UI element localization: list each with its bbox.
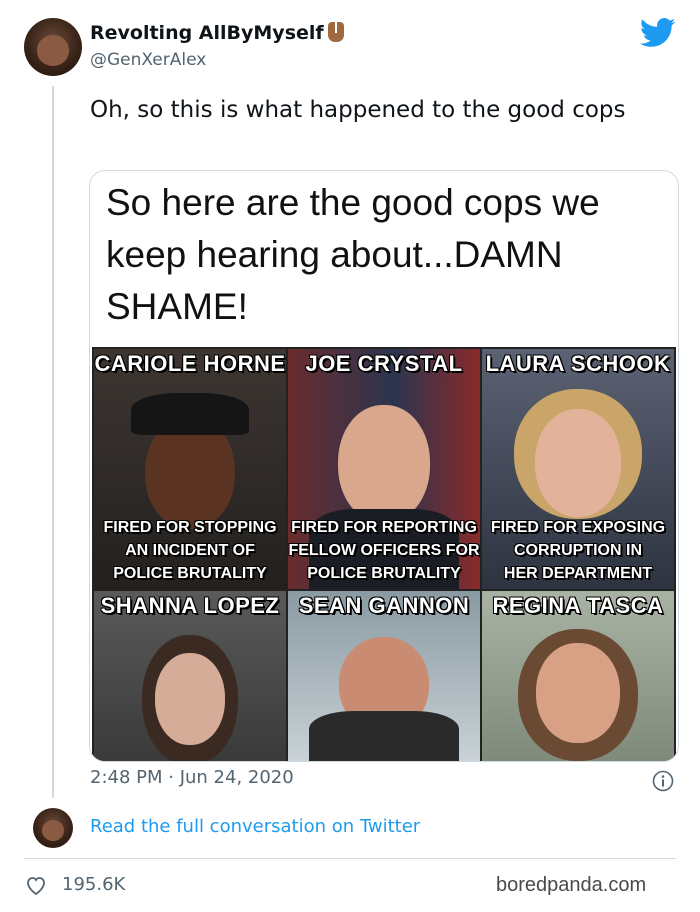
- footer-divider: [24, 858, 676, 859]
- officer-description: FIRED FOR EXPOSING CORRUPTION IN HER DEP…: [490, 519, 666, 582]
- officer-panel: CARIOLE HORNE FIRED FOR STOPPING AN INCI…: [94, 349, 286, 589]
- tweet-image[interactable]: So here are the good cops we keep hearin…: [89, 170, 679, 762]
- officer-panel: SEAN GANNON: [288, 591, 480, 761]
- author-avatar-small[interactable]: [33, 808, 73, 848]
- vulcan-salute-icon: [327, 22, 344, 42]
- read-conversation-link[interactable]: Read the full conversation on Twitter: [90, 816, 420, 837]
- officer-name: SEAN GANNON: [298, 593, 470, 618]
- boredpanda-watermark: boredpanda.com: [496, 874, 647, 896]
- officer-name: REGINA TASCA: [492, 593, 664, 618]
- officer-panel: SHANNA LOPEZ: [94, 591, 286, 761]
- officer-name: SHANNA LOPEZ: [100, 593, 280, 618]
- officer-name: CARIOLE HORNE: [94, 351, 286, 376]
- meme-caption: So here are the good cops we keep hearin…: [106, 182, 600, 327]
- officer-description: FIRED FOR STOPPING AN INCIDENT OF POLICE…: [103, 519, 277, 582]
- author-handle[interactable]: @GenXerAlex: [90, 50, 206, 70]
- officer-panel: LAURA SCHOOK FIRED FOR EXPOSING CORRUPTI…: [482, 349, 674, 589]
- officer-name: LAURA SCHOOK: [485, 351, 671, 376]
- author-display-name[interactable]: Revolting AllByMyself: [90, 22, 344, 44]
- heart-icon[interactable]: [24, 874, 48, 896]
- twitter-bird-icon[interactable]: [640, 18, 676, 48]
- officer-description: FIRED FOR REPORTING FELLOW OFFICERS FOR …: [288, 519, 480, 582]
- thread-connector-line: [52, 86, 54, 798]
- author-name-text: Revolting AllByMyself: [90, 22, 324, 44]
- like-count[interactable]: 195.6K: [62, 874, 125, 895]
- info-icon[interactable]: [652, 770, 674, 792]
- officer-photo-grid: CARIOLE HORNE FIRED FOR STOPPING AN INCI…: [92, 347, 676, 761]
- tweet-text: Oh, so this is what happened to the good…: [90, 97, 626, 123]
- officer-panel: JOE CRYSTAL FIRED FOR REPORTING FELLOW O…: [288, 349, 480, 589]
- officer-name: JOE CRYSTAL: [305, 351, 463, 376]
- tweet-timestamp[interactable]: 2:48 PM · Jun 24, 2020: [90, 767, 294, 788]
- officer-panel: REGINA TASCA: [482, 591, 674, 761]
- author-avatar[interactable]: [24, 18, 82, 76]
